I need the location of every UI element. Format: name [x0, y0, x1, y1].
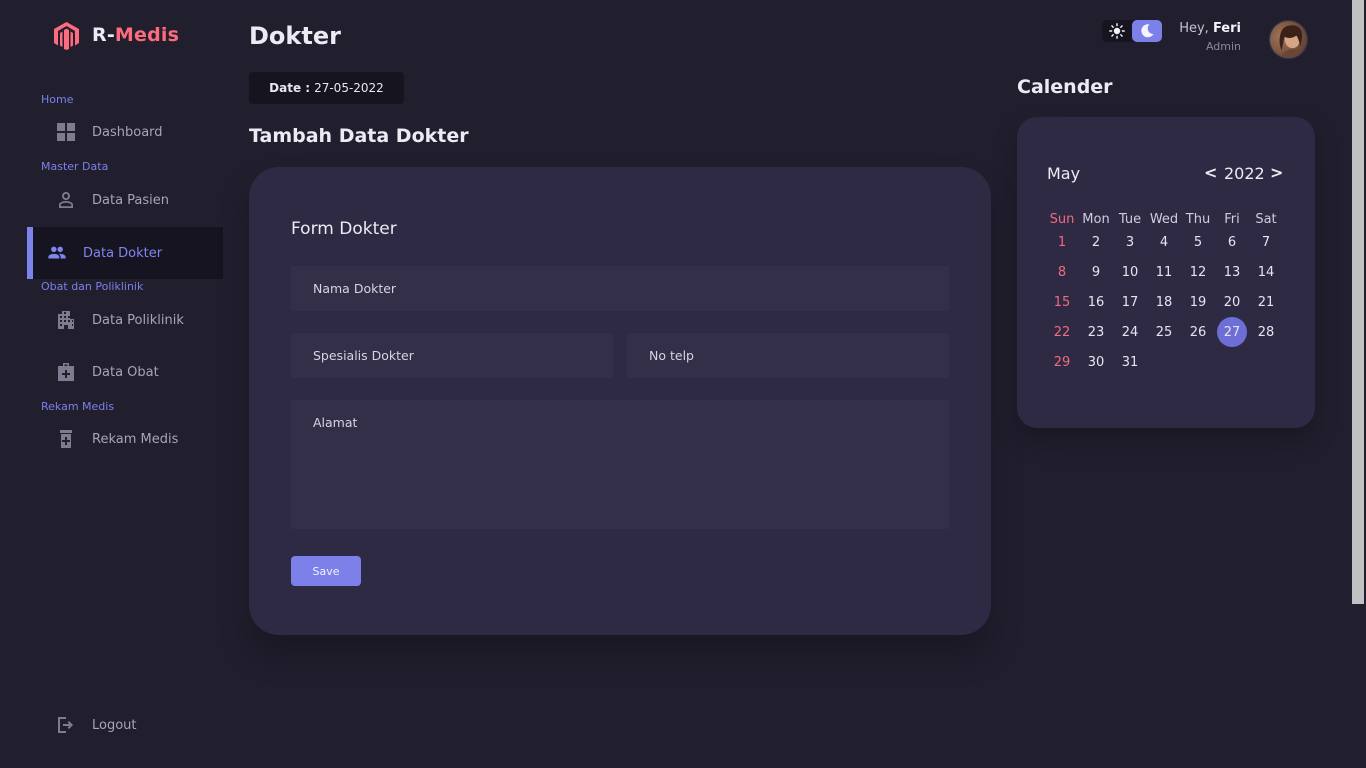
- date-badge: Date : 27-05-2022: [249, 72, 404, 104]
- form-title: Form Dokter: [291, 219, 397, 239]
- calendar-day[interactable]: 31: [1113, 347, 1147, 377]
- nama-dokter-input[interactable]: Nama Dokter: [291, 266, 949, 311]
- logout-icon: [56, 715, 76, 735]
- section-title: Tambah Data Dokter: [249, 125, 469, 147]
- calendar-day[interactable]: 4: [1147, 227, 1181, 257]
- sidebar-item-label: Dashboard: [92, 124, 163, 140]
- alamat-textarea[interactable]: Alamat: [291, 400, 949, 529]
- sidebar-item-dashboard[interactable]: Dashboard: [27, 106, 223, 158]
- sidebar-item-data-pasien[interactable]: Data Pasien: [27, 174, 223, 226]
- brand-logo[interactable]: R-Medis: [53, 20, 179, 50]
- medication-icon: [56, 429, 76, 449]
- calendar-day[interactable]: 16: [1079, 287, 1113, 317]
- page-title: Dokter: [249, 22, 341, 50]
- calendar-weekday: Sun: [1049, 211, 1075, 227]
- calendar-card: May < 2022 > Sun Mon Tue Wed Thu Fri Sat 1 2 3 4 5 6…: [1017, 117, 1315, 428]
- calendar-day[interactable]: 18: [1147, 287, 1181, 317]
- calendar-heading: Calender: [1017, 76, 1113, 98]
- user-greeting: Hey, Feri: [1179, 21, 1241, 36]
- no-telp-input[interactable]: No telp: [627, 333, 949, 378]
- calendar-day[interactable]: 10: [1113, 257, 1147, 287]
- calendar-day[interactable]: 21: [1249, 287, 1283, 317]
- sidebar-item-label: Data Pasien: [92, 192, 170, 208]
- calendar-day[interactable]: 5: [1181, 227, 1215, 257]
- medkit-icon: [56, 362, 76, 382]
- section-label-rekam-medis: Rekam Medis: [41, 400, 115, 413]
- calendar-day[interactable]: 3: [1113, 227, 1147, 257]
- calendar-day[interactable]: 14: [1249, 257, 1283, 287]
- calendar-weekday: Sat: [1255, 211, 1277, 227]
- sidebar-item-label: Data Dokter: [83, 245, 163, 261]
- moon-icon[interactable]: [1132, 20, 1162, 42]
- calendar-day[interactable]: 30: [1079, 347, 1113, 377]
- sidebar-item-rekam-medis[interactable]: Rekam Medis: [27, 413, 223, 465]
- calendar-day[interactable]: 6: [1215, 227, 1249, 257]
- app: R-Medis Home Dashboard Master Data Data …: [0, 0, 1366, 768]
- calendar-day[interactable]: 9: [1079, 257, 1113, 287]
- sidebar-item-data-dokter[interactable]: Data Dokter: [27, 227, 223, 279]
- dashboard-icon: [56, 122, 76, 142]
- calendar-weekday: Mon: [1082, 211, 1110, 227]
- brand-name: R-Medis: [92, 24, 180, 46]
- calendar-weekday: Tue: [1118, 211, 1142, 227]
- form-card: Form Dokter Nama Dokter Spesialis Dokter…: [249, 167, 991, 635]
- calendar-day[interactable]: 13: [1215, 257, 1249, 287]
- calendar-year: 2022: [1224, 164, 1265, 183]
- sidebar: R-Medis Home Dashboard Master Data Data …: [0, 0, 223, 768]
- section-label-home: Home: [41, 93, 74, 106]
- people-icon: [47, 243, 67, 263]
- sidebar-item-label: Data Poliklinik: [92, 312, 184, 328]
- calendar-day[interactable]: 7: [1249, 227, 1283, 257]
- sidebar-item-label: Data Obat: [92, 364, 159, 380]
- calendar-next-year-button[interactable]: >: [1270, 163, 1283, 182]
- calendar-day[interactable]: 2: [1079, 227, 1113, 257]
- calendar-day-today[interactable]: 27: [1215, 317, 1249, 347]
- sidebar-item-data-poliklinik[interactable]: Data Poliklinik: [27, 294, 223, 346]
- greeting-text: Hey,: [1179, 21, 1209, 36]
- spesialis-dokter-input[interactable]: Spesialis Dokter: [291, 333, 613, 378]
- user-role: Admin: [1205, 40, 1241, 53]
- calendar-day[interactable]: 19: [1181, 287, 1215, 317]
- avatar[interactable]: [1269, 20, 1308, 59]
- calendar-day[interactable]: 1: [1045, 227, 1079, 257]
- calendar-day[interactable]: 12: [1181, 257, 1215, 287]
- calendar-day[interactable]: 11: [1147, 257, 1181, 287]
- calendar-month: May: [1047, 164, 1081, 183]
- date-value: 27-05-2022: [314, 81, 384, 95]
- save-button[interactable]: Save: [291, 556, 361, 586]
- calendar-day[interactable]: 23: [1079, 317, 1113, 347]
- scrollbar-thumb[interactable]: [1352, 0, 1364, 604]
- calendar-day[interactable]: 24: [1113, 317, 1147, 347]
- calendar-day[interactable]: 22: [1045, 317, 1079, 347]
- calendar-day[interactable]: 15: [1045, 287, 1079, 317]
- theme-toggle[interactable]: [1102, 20, 1162, 42]
- building-icon: [56, 310, 76, 330]
- calendar-day[interactable]: 25: [1147, 317, 1181, 347]
- calendar-day[interactable]: 17: [1113, 287, 1147, 317]
- calendar-weekday: Fri: [1224, 211, 1240, 227]
- sidebar-item-data-obat[interactable]: Data Obat: [27, 346, 223, 398]
- sidebar-item-label: Rekam Medis: [92, 431, 179, 447]
- person-icon: [56, 190, 76, 210]
- calendar-day[interactable]: 29: [1045, 347, 1079, 377]
- calendar-weekday: Thu: [1185, 211, 1211, 227]
- section-label-obat-poliklinik: Obat dan Poliklinik: [41, 280, 144, 293]
- sun-icon[interactable]: [1102, 20, 1132, 42]
- calendar-day[interactable]: 26: [1181, 317, 1215, 347]
- calendar-day[interactable]: 28: [1249, 317, 1283, 347]
- logout-button[interactable]: Logout: [27, 699, 223, 751]
- logout-label: Logout: [92, 717, 137, 733]
- user-name: Feri: [1212, 21, 1241, 36]
- calendar-weekday: Wed: [1149, 211, 1179, 227]
- date-label: Date :: [269, 81, 311, 95]
- calendar-day[interactable]: 20: [1215, 287, 1249, 317]
- brand-icon: [54, 21, 79, 50]
- calendar-day[interactable]: 8: [1045, 257, 1079, 287]
- section-label-master-data: Master Data: [41, 160, 109, 173]
- calendar-prev-year-button[interactable]: <: [1204, 163, 1217, 182]
